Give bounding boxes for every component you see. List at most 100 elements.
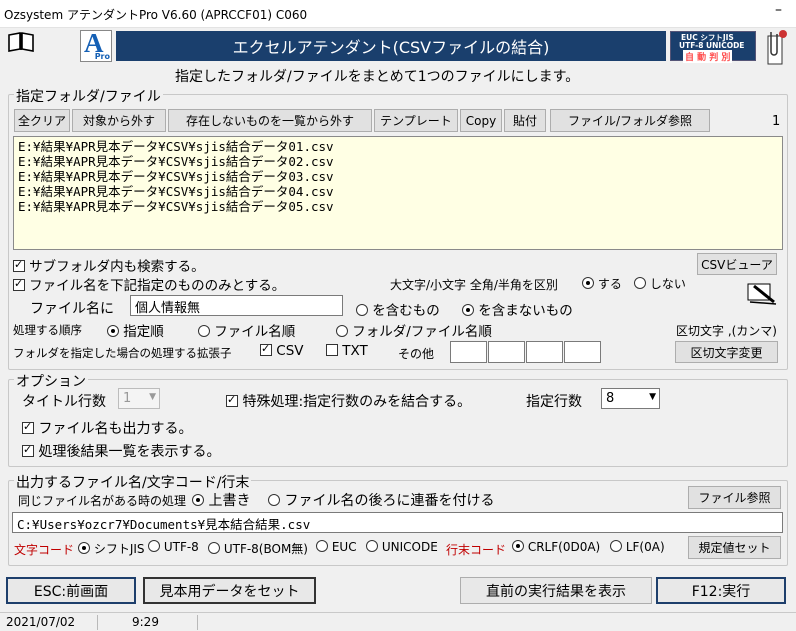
output-filename-label: ファイル名も出力する。 <box>38 421 193 437</box>
status-date: 2021/07/02 <box>0 615 98 630</box>
contains-radio[interactable] <box>356 304 368 316</box>
case-no-option[interactable]: しない <box>634 275 686 292</box>
unicode-option[interactable]: UNICODE <box>366 540 438 554</box>
list-item[interactable]: E:¥結果¥APR見本データ¥CSV¥sjis結合データ02.csv <box>18 154 778 169</box>
utf8-option[interactable]: UTF-8 <box>148 540 199 554</box>
case-yes-radio[interactable] <box>582 277 594 289</box>
pen-icon[interactable] <box>746 280 778 306</box>
not-contains-label: を含まないもの <box>478 303 573 319</box>
list-item[interactable]: E:¥結果¥APR見本データ¥CSV¥sjis結合データ05.csv <box>18 199 778 214</box>
ext-other-input-4[interactable] <box>564 341 601 363</box>
banner-text: エクセルアテンダント(CSVファイルの結合) <box>232 38 550 57</box>
ext-other-input-1[interactable] <box>450 341 487 363</box>
template-button[interactable]: テンプレート <box>374 109 458 132</box>
browse-button[interactable]: ファイル/フォルダ参照 <box>550 109 710 132</box>
eol-label: 行末コード <box>446 543 507 557</box>
contains-option[interactable]: を含むもの <box>356 299 440 319</box>
utf8bom-radio[interactable] <box>208 542 220 554</box>
list-item[interactable]: E:¥結果¥APR見本データ¥CSV¥sjis結合データ01.csv <box>18 139 778 154</box>
filter-name-option[interactable]: ファイル名を下記指定のもののみとする。 <box>13 274 285 294</box>
euc-radio[interactable] <box>316 540 328 552</box>
ext-txt-checkbox[interactable] <box>326 344 338 356</box>
utf8bom-label: UTF-8(BOM無) <box>223 542 308 556</box>
lf-option[interactable]: LF(0A) <box>610 540 665 554</box>
append-number-radio[interactable] <box>268 494 280 506</box>
remove-missing-button[interactable]: 存在しないものを一覧から外す <box>168 109 372 132</box>
order-specified-radio[interactable] <box>107 325 119 337</box>
copy-button[interactable]: Copy <box>460 109 502 132</box>
show-results-option[interactable]: 処理後結果一覧を表示する。 <box>22 441 220 461</box>
search-subfolders-label: サブフォルダ内も検索する。 <box>29 259 205 275</box>
delimiter-change-button[interactable]: 区切文字変更 <box>675 341 778 363</box>
list-item[interactable]: E:¥結果¥APR見本データ¥CSV¥sjis結合データ03.csv <box>18 169 778 184</box>
set-sample-data-button[interactable]: 見本用データをセット <box>143 577 316 604</box>
clip-icon <box>762 28 790 66</box>
clear-all-button[interactable]: 全クリア <box>14 109 70 132</box>
overwrite-radio[interactable] <box>192 494 204 506</box>
crlf-label: CRLF(0D0A) <box>527 540 601 554</box>
order-folder-file-option[interactable]: フォルダ/ファイル名順 <box>336 320 492 340</box>
book-icon[interactable] <box>8 32 34 52</box>
defaults-button[interactable]: 規定値セット <box>688 536 781 559</box>
utf8bom-option[interactable]: UTF-8(BOM無) <box>208 540 308 557</box>
order-filename-option[interactable]: ファイル名順 <box>198 320 295 340</box>
title-bar: Ozsystem アテンダントPro V6.60 (APRCCF01) C060… <box>0 0 796 28</box>
chevron-down-icon: ▼ <box>149 392 156 402</box>
not-contains-radio[interactable] <box>462 304 474 316</box>
run-button[interactable]: F12:実行 <box>656 577 786 604</box>
crlf-option[interactable]: CRLF(0D0A) <box>512 540 600 554</box>
special-option[interactable]: 特殊処理:指定行数のみを結合する。 <box>226 391 471 411</box>
search-subfolders-checkbox[interactable] <box>13 258 25 272</box>
lf-radio[interactable] <box>610 540 622 552</box>
output-path-input[interactable]: C:¥Users¥ozcr7¥Documents¥見本結合結果.csv <box>12 512 783 533</box>
show-last-result-button[interactable]: 直前の実行結果を表示 <box>460 577 652 604</box>
utf8-radio[interactable] <box>148 540 160 552</box>
not-contains-option[interactable]: を含まないもの <box>462 299 573 319</box>
ext-csv-option[interactable]: CSV <box>260 342 304 359</box>
show-results-checkbox[interactable] <box>22 443 34 457</box>
logo-sub: Pro <box>94 52 110 61</box>
paste-button[interactable]: 貼付 <box>504 109 546 132</box>
ext-other-label: その他 <box>398 347 435 361</box>
euc-option[interactable]: EUC <box>316 540 357 554</box>
unicode-radio[interactable] <box>366 540 378 552</box>
file-browse-button[interactable]: ファイル参照 <box>688 486 781 509</box>
case-no-radio[interactable] <box>634 277 646 289</box>
search-subfolders-option[interactable]: サブフォルダ内も検索する。 <box>13 255 205 275</box>
order-filename-radio[interactable] <box>198 325 210 337</box>
minimize-button[interactable]: – <box>775 2 782 18</box>
ext-csv-checkbox[interactable] <box>260 342 272 356</box>
overwrite-option[interactable]: 上書き <box>192 490 250 510</box>
filter-name-checkbox[interactable] <box>13 277 25 291</box>
status-empty <box>198 615 796 630</box>
crlf-radio[interactable] <box>512 540 524 552</box>
list-item[interactable]: E:¥結果¥APR見本データ¥CSV¥sjis結合データ04.csv <box>18 184 778 199</box>
ext-txt-option[interactable]: TXT <box>326 343 368 359</box>
csv-viewer-button[interactable]: CSVビューア <box>697 253 777 275</box>
sjis-radio[interactable] <box>78 542 90 554</box>
special-checkbox[interactable] <box>226 393 238 407</box>
case-yes-option[interactable]: する <box>582 275 622 292</box>
ext-txt-label: TXT <box>342 343 368 359</box>
output-filename-option[interactable]: ファイル名も出力する。 <box>22 418 192 438</box>
euc-label: EUC <box>331 540 357 554</box>
order-specified-option[interactable]: 指定順 <box>107 320 164 340</box>
title-banner: エクセルアテンダント(CSVファイルの結合) <box>116 31 666 61</box>
utf8-label: UTF-8 <box>163 540 199 554</box>
case-no-label: しない <box>649 277 686 291</box>
rows-select[interactable]: 8 ▼ <box>601 388 660 409</box>
file-list[interactable]: E:¥結果¥APR見本データ¥CSV¥sjis結合データ01.csv E:¥結果… <box>13 136 783 250</box>
output-filename-checkbox[interactable] <box>22 420 34 434</box>
sjis-option[interactable]: シフトJIS <box>78 540 145 557</box>
filename-input[interactable]: 個人情報無 <box>130 295 343 316</box>
ext-other-input-3[interactable] <box>526 341 563 363</box>
remove-button[interactable]: 対象から外す <box>72 109 166 132</box>
esc-back-button[interactable]: ESC:前画面 <box>6 577 136 604</box>
append-number-option[interactable]: ファイル名の後ろに連番を付ける <box>268 490 494 510</box>
chevron-down-icon[interactable]: ▼ <box>649 392 656 402</box>
ext-other-input-2[interactable] <box>488 341 525 363</box>
badge-line3: 自 動 判 別 <box>683 50 733 63</box>
output-group-title: 出力するファイル名/文字コード/行末 <box>14 472 252 492</box>
order-folder-file-radio[interactable] <box>336 325 348 337</box>
order-label: 処理する順序 <box>13 323 82 337</box>
